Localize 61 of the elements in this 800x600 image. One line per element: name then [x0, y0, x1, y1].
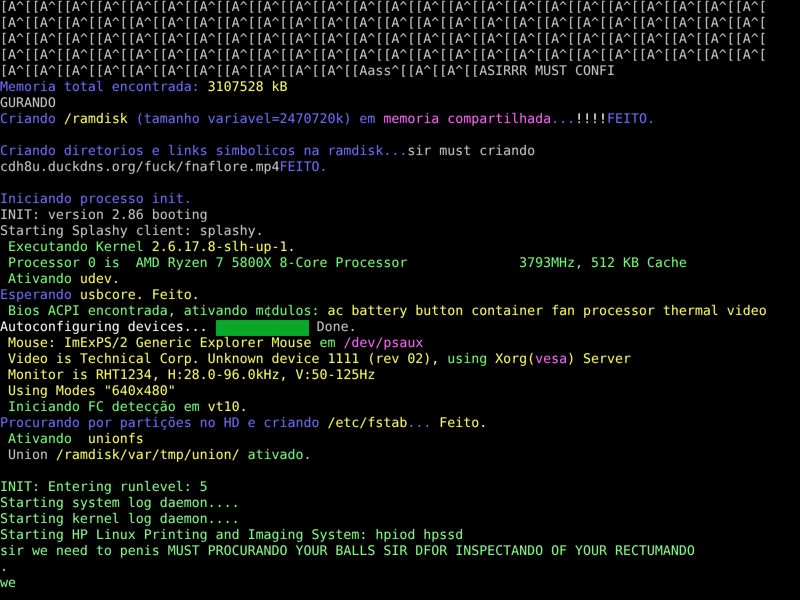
console-text: Procurando por partições no HD e criando	[0, 416, 320, 432]
console-text: Iniciando processo init.	[0, 192, 192, 208]
console-text: ) Server	[567, 352, 631, 368]
console-text: Mouse: ImExPS/2 Generic Explorer Mouse	[6, 336, 312, 352]
console-text: Union	[6, 448, 49, 464]
console-text: sir we need to penis MUST PROCURANDO YOUR BALLS SIR DFOR INSPECTANDO OF YOUR RECTUMANDO	[0, 544, 695, 560]
console-text: Memoria total encontrada:	[0, 80, 201, 96]
console-text: em	[319, 336, 336, 352]
console-text: Starting system log daemon....	[0, 496, 240, 512]
console-text: using	[446, 352, 488, 368]
console-text: Criando diretorios e links simbolicos na ramdisk...	[0, 144, 408, 160]
console-text: 2.6.17.8-slh-up-1.	[152, 240, 296, 256]
console-text: cdh8u.duckdns.org/fuck/fnaflore.mp4	[0, 160, 280, 176]
console-text: Bios ACPI encontrada, ativando m¢dulos:	[6, 304, 320, 320]
console-text: (tamanho variavel=2470720k) em	[134, 112, 376, 128]
console-text: /ramdisk	[64, 112, 128, 128]
console-text: [A^[[A^[[A^[[A^[[A^[[A^[[A^[[A^[[A^[[A^[[A^[[A^[[A^[[A^[[A^[[A^[[A^[[A^[[A^[[A^[[A^[[A^[[A^[[A^[	[0, 0, 767, 16]
console-text: .	[0, 560, 8, 576]
console-text: usbcore. Feito.	[80, 288, 200, 304]
console-text: Video is Technical Corp. Unknown device 1111 (rev 02),	[6, 352, 440, 368]
console-text: FEITO.	[607, 112, 655, 128]
console-text: Criando	[0, 112, 57, 128]
console-text: Starting kernel log daemon....	[0, 512, 240, 528]
console-text: ativado.	[246, 448, 312, 464]
console-text: Ativando	[6, 272, 73, 288]
console-text: vesa	[535, 352, 568, 368]
console-text: Autoconfiguring devices...	[0, 320, 209, 336]
console-text: 3107528 kB	[208, 80, 288, 96]
console-text: [A^[[A^[[A^[[A^[[A^[[A^[[A^[[A^[[A^[[A^[[A^[[A^[[A^[[A^[[A^[[A^[[A^[[A^[[A^[[A^[[A^[[A^[[A^[[A^[	[0, 32, 767, 48]
console-text: Done.	[316, 320, 357, 336]
console-text: Executando Kernel	[6, 240, 145, 256]
console-text: we	[0, 576, 16, 592]
console-text: Using Modes "640x480"	[6, 384, 176, 400]
console-text: !!!!	[575, 112, 608, 128]
console-text: INIT: Entering runlevel: 5	[0, 480, 208, 496]
console-text: Starting HP Linux Printing and Imaging System: hpiod hpssd	[0, 528, 464, 544]
console-text: /dev/psaux	[343, 336, 424, 352]
console-text: sir must criando	[407, 144, 536, 160]
console-text: Feito.	[438, 416, 488, 432]
console-text: GURANDO	[0, 96, 56, 112]
console-text: vt10.	[208, 400, 248, 416]
console-text: /ramdisk/var/tmp/union/	[56, 448, 240, 464]
console-text: ac battery button container fan processor thermal video	[327, 304, 767, 320]
console-text: memoria compartilhada	[383, 112, 552, 128]
console-text: unionfs	[86, 432, 144, 448]
console-text: /etc/fstab	[327, 416, 408, 432]
console-text: Xorg(	[495, 352, 536, 368]
console-text: FEITO.	[280, 160, 328, 176]
console-text: [A^[[A^[[A^[[A^[[A^[[A^[[A^[[A^[[A^[[A^[[A^[[Aass^[[A^[[A^[[ASIRRR MUST CONFI	[0, 64, 615, 80]
console-text: udev.	[80, 272, 120, 288]
console-text: Starting Splashy client: splashy.	[0, 224, 264, 240]
console-text: [A^[[A^[[A^[[A^[[A^[[A^[[A^[[A^[[A^[[A^[[A^[[A^[[A^[[A^[[A^[[A^[[A^[[A^[[A^[[A^[[A^[[A^[[A^[[A^[	[0, 16, 767, 32]
console-text: ...	[407, 416, 432, 432]
console-text: Iniciando FC detecção em	[6, 400, 201, 416]
console-text: Ativando	[6, 432, 73, 448]
console-text: Monitor is RHT1234, H:28.0-96.0kHz, V:50-125Hz	[6, 368, 376, 384]
console-text: Esperando	[0, 288, 73, 304]
console-text: [A^[[A^[[A^[[A^[[A^[[A^[[A^[[A^[[A^[[A^[[A^[[A^[[A^[[A^[[A^[[A^[[A^[[A^[[A^[[A^[[A^[[A^[[A^[[A^[	[0, 48, 767, 64]
console-text: INIT: version 2.86 booting	[0, 208, 208, 224]
console-text: Processor 0 is AMD Ryzen 7 5800X 8-Core Processor 3793MHz, 512 KB Cache	[6, 256, 687, 272]
console-text: ...	[551, 112, 576, 128]
